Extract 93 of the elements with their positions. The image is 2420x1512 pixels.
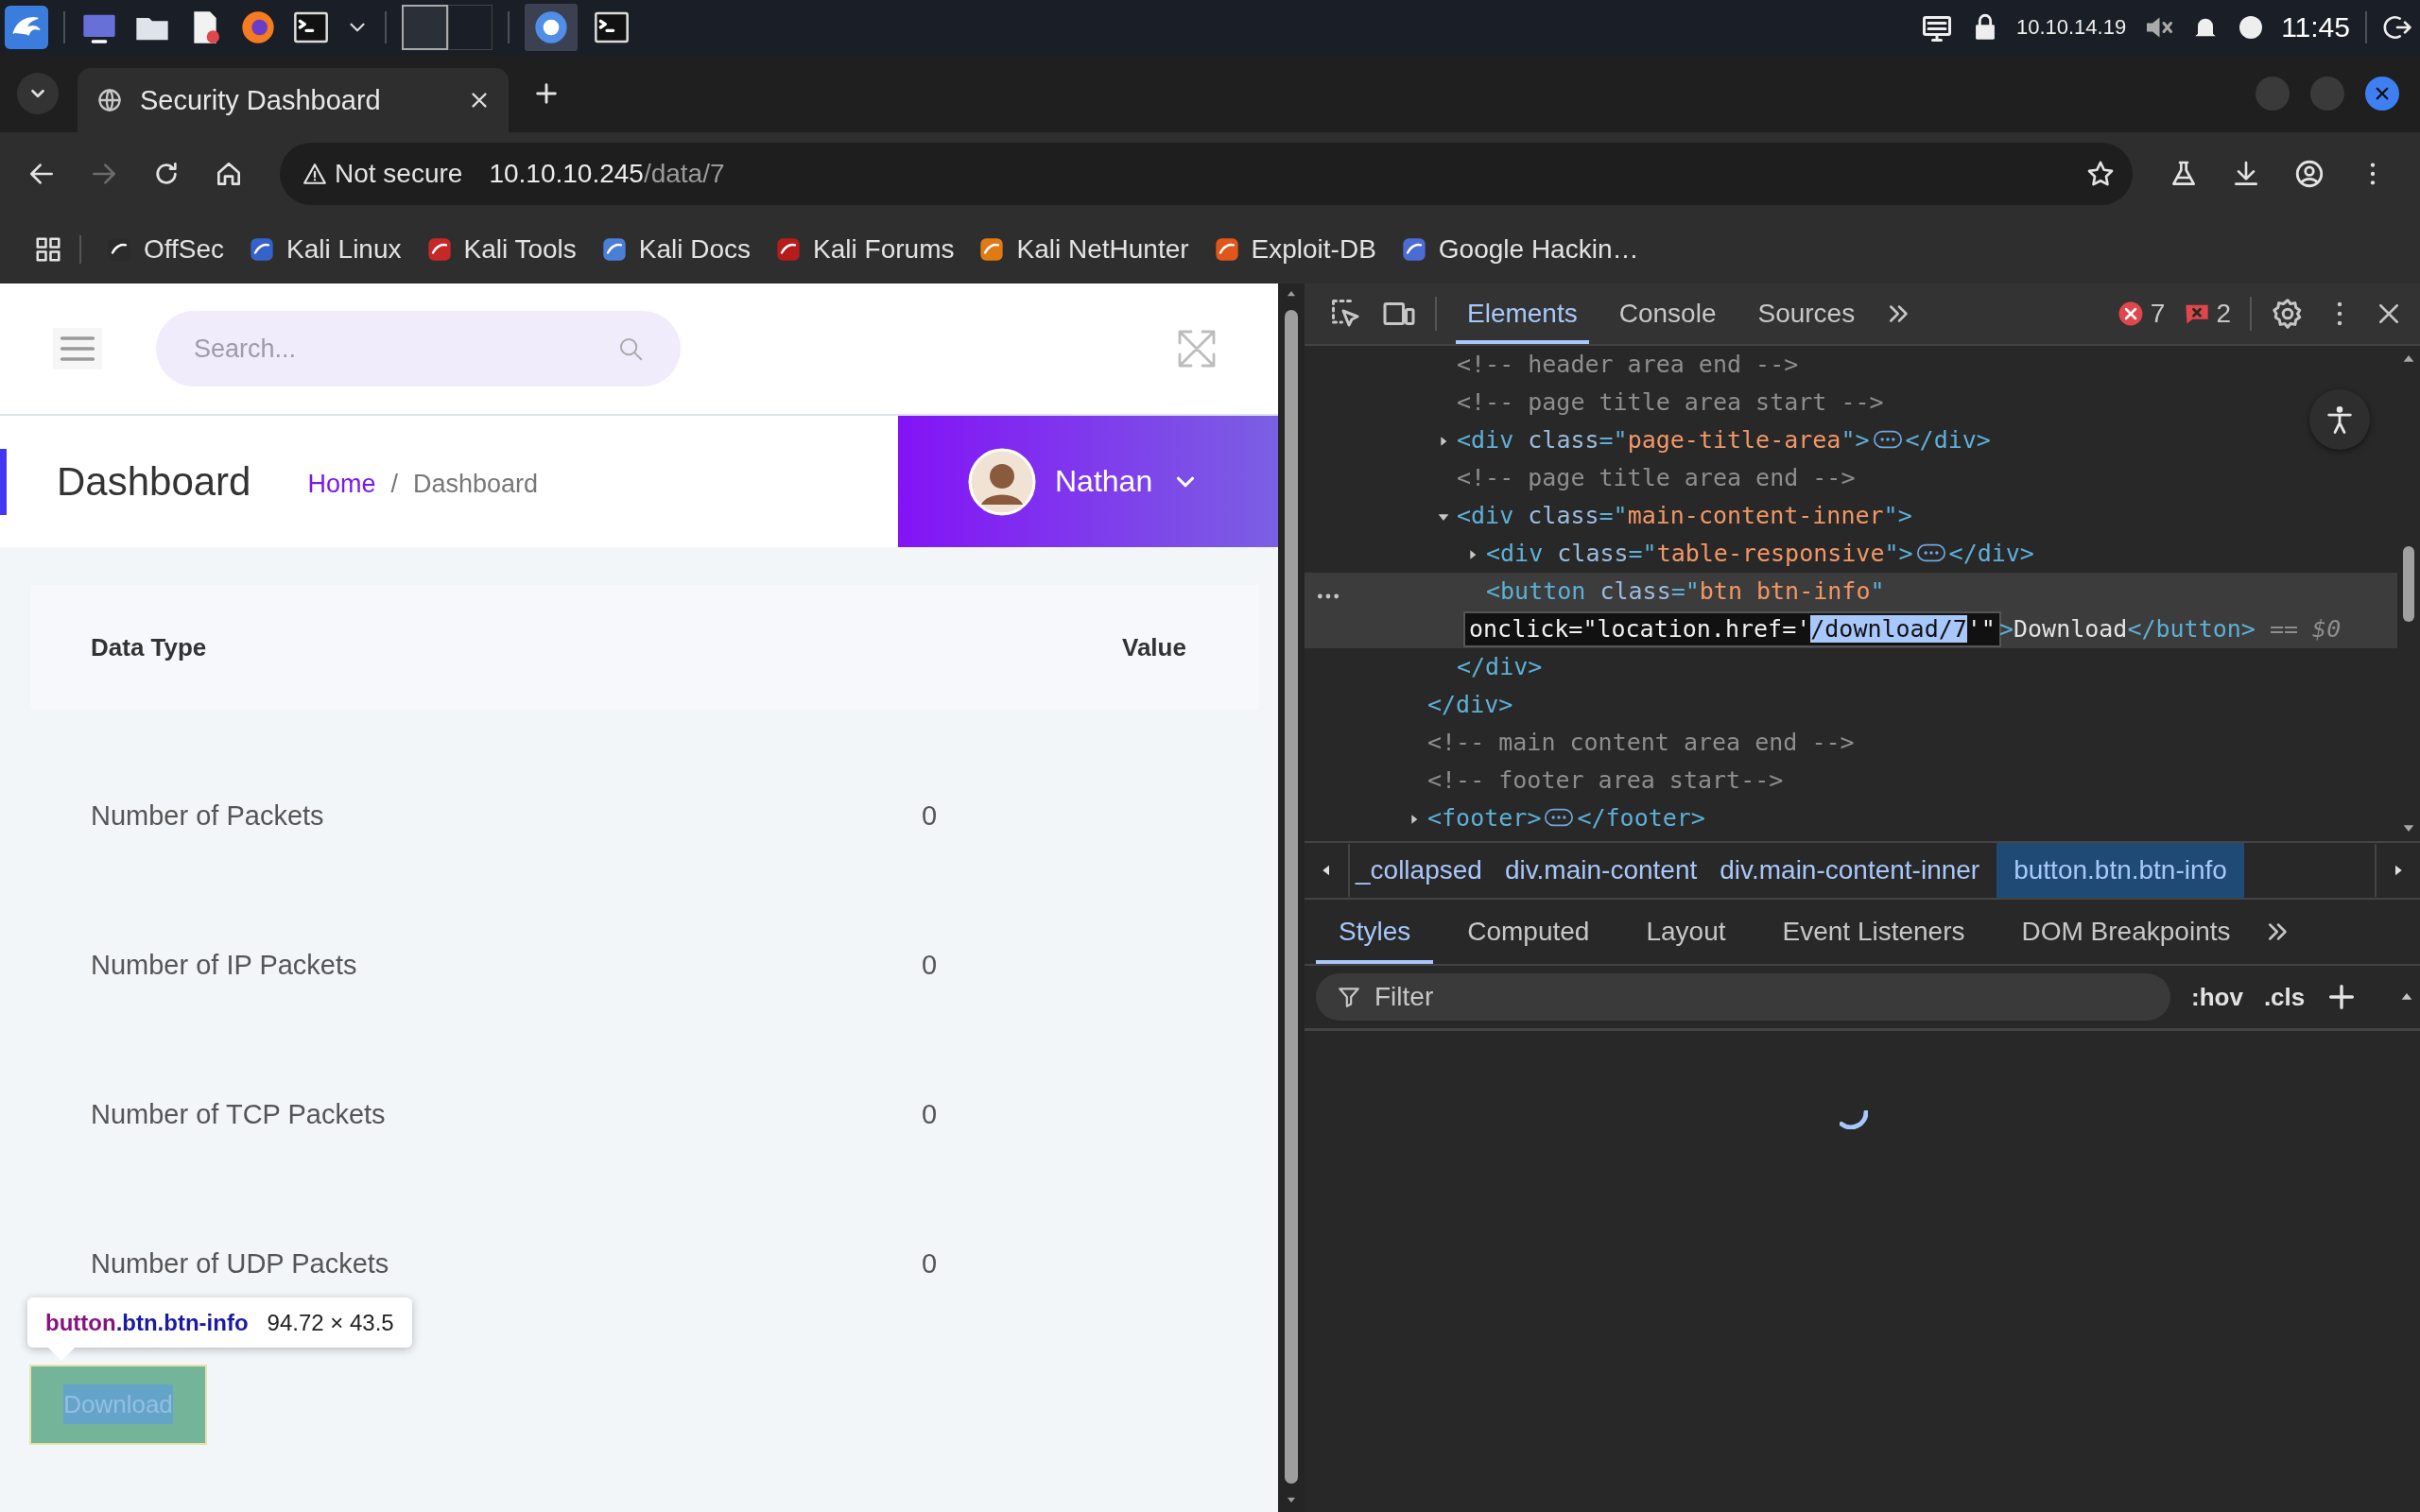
breadcrumb-item[interactable]: div.main-content-inner xyxy=(1714,843,1997,898)
security-chip[interactable]: Not secure xyxy=(293,153,473,195)
table-cell-text: 0 xyxy=(922,1247,939,1280)
close-button[interactable] xyxy=(2365,77,2399,111)
new-tab-icon[interactable] xyxy=(533,80,560,107)
dom-tree-row[interactable]: <!-- page title area start --> xyxy=(1305,384,2397,421)
favicon-icon xyxy=(775,236,803,263)
apps-grid-icon[interactable] xyxy=(34,235,62,264)
panel-tab[interactable]: Computed xyxy=(1444,900,1613,964)
dom-tree-row[interactable]: <!-- header area end --> xyxy=(1305,346,2397,384)
ip-address-label: 10.10.14.19 xyxy=(2015,15,2127,40)
panel-tab[interactable]: Layout xyxy=(1623,900,1749,964)
panel-tab[interactable]: Event Listeners xyxy=(1759,900,1988,964)
dom-tree-row[interactable]: <div class="main-content-inner"> xyxy=(1305,497,2397,535)
dom-tree-row[interactable]: </div> xyxy=(1305,648,2397,686)
favicon-icon xyxy=(1213,236,1240,263)
dom-tree-row[interactable]: <!-- page title area end --> xyxy=(1305,459,2397,497)
url-text: 10.10.10.245/data/7 xyxy=(489,159,726,189)
browser-icon xyxy=(532,9,570,46)
workspace-switcher[interactable] xyxy=(402,5,493,50)
clock: 11:45 xyxy=(2281,11,2350,43)
dom-tree-row[interactable]: <button class="btn btn-info" onclick="location.href='/download/7'" >Download</button> == $0 xyxy=(1305,573,2397,648)
devtools-tab[interactable]: Sources xyxy=(1746,284,1867,344)
table-cell-text: Number of Packets xyxy=(90,799,325,832)
close-icon xyxy=(2374,85,2391,102)
dom-tree-row[interactable]: <footer> </footer> xyxy=(1305,799,2397,837)
table-cell-text: 0 xyxy=(922,949,939,981)
warning-icon xyxy=(302,162,327,186)
text-selection: /download/7 xyxy=(1810,615,1967,643)
accent-bar xyxy=(0,448,7,515)
favicon-icon xyxy=(249,236,276,263)
favicon-icon xyxy=(425,236,453,263)
breadcrumb-item[interactable]: _collapsed xyxy=(1350,843,1499,898)
table-cell-text: Number of TCP Packets xyxy=(90,1098,387,1130)
menu-button[interactable] xyxy=(53,328,102,369)
column-header: Data Type xyxy=(90,632,208,662)
table-cell-text: 0 xyxy=(922,1098,939,1130)
page-title: Dashboard xyxy=(57,458,251,505)
globe-icon xyxy=(96,87,123,113)
taskbar-app-button[interactable] xyxy=(525,4,578,51)
dom-tree-row[interactable]: <!-- footer area start--> xyxy=(1305,762,2397,799)
attribute-text: onclick="location.href=' xyxy=(1469,615,1811,643)
browser-icon[interactable] xyxy=(239,9,277,46)
breadcrumb-separator: / xyxy=(390,470,398,499)
dom-tree-row[interactable]: <!-- main content area end --> xyxy=(1305,724,2397,762)
dom-tree-row[interactable]: <div class="table-responsive"> </div> xyxy=(1305,535,2397,573)
breadcrumb-link[interactable]: Home xyxy=(307,470,376,499)
devtools-tab[interactable]: Elements xyxy=(1456,284,1589,344)
breadcrumb-item[interactable]: div.main-content xyxy=(1498,843,1715,898)
launcher-icon[interactable] xyxy=(5,6,48,49)
error-count-button[interactable]: 7 xyxy=(2116,299,2166,329)
size-label: 94.72 × 43.5 xyxy=(267,1309,394,1336)
tab-list-button[interactable] xyxy=(17,73,59,114)
devtools-tab[interactable]: Console xyxy=(1607,284,1728,344)
table-cell-text: Number of UDP Packets xyxy=(90,1247,390,1280)
filter-field[interactable]: Filter xyxy=(1316,973,2170,1021)
panel-tab[interactable]: Styles xyxy=(1316,900,1434,964)
close-icon[interactable] xyxy=(469,90,490,111)
user-menu[interactable]: Nathan xyxy=(898,416,1278,547)
bookmark-item[interactable]: OffSec xyxy=(106,234,225,265)
filter-icon xyxy=(1337,985,1361,1009)
table-cell-text: 0 xyxy=(922,799,939,832)
dom-tree-row[interactable]: <div class="page-title-area"> </div> xyxy=(1305,421,2397,459)
panel-tab[interactable]: DOM Breakpoints xyxy=(1998,900,2254,964)
bookmark-item[interactable]: Kali NetHunter xyxy=(978,234,1189,265)
style-toggle-button[interactable]: :hov xyxy=(2191,982,2243,1012)
selector-label: button.btn.btn-info xyxy=(45,1309,249,1336)
browser-tab[interactable]: Security Dashboard xyxy=(78,68,509,132)
favicon-icon xyxy=(600,236,628,263)
favicon-icon xyxy=(978,236,1006,263)
favicon-icon xyxy=(1400,236,1427,263)
table-cell-text: Number of IP Packets xyxy=(90,949,358,981)
bookmark-item[interactable]: Google Hackin… xyxy=(1400,234,1639,265)
bookmark-item[interactable]: Kali Forums xyxy=(775,234,955,265)
scrollbar-thumb[interactable] xyxy=(1285,310,1298,1484)
attribute-edit-field[interactable]: onclick="location.href='/download/7'" xyxy=(1465,613,1999,645)
style-toggle-button[interactable]: .cls xyxy=(2263,982,2306,1012)
address-bar[interactable]: Not secure 10.10.10.245/data/7 xyxy=(280,143,2133,205)
scrollbar[interactable] xyxy=(1278,284,1305,1512)
bookmark-item[interactable]: Kali Docs xyxy=(600,234,752,265)
attribute-text: '" xyxy=(1966,615,1996,643)
scrollbar-thumb[interactable] xyxy=(2403,546,2414,622)
breadcrumb-current: Dashboard xyxy=(413,470,539,499)
accessibility-button[interactable] xyxy=(2309,389,2370,450)
breadcrumb-item[interactable]: button.btn.btn-info xyxy=(1996,843,2244,898)
search-field[interactable]: Search... xyxy=(156,311,681,387)
bookmark-item[interactable]: Kali Tools xyxy=(425,234,577,265)
column-header: Value xyxy=(1121,632,1187,662)
bookmark-item[interactable]: Exploit-DB xyxy=(1213,234,1376,265)
dom-tree-row[interactable]: </div> xyxy=(1305,686,2397,724)
bookmark-item[interactable]: Kali Linux xyxy=(249,234,402,265)
profile-icon[interactable] xyxy=(2293,158,2325,190)
message-count-button[interactable]: 2 xyxy=(2184,299,2231,329)
